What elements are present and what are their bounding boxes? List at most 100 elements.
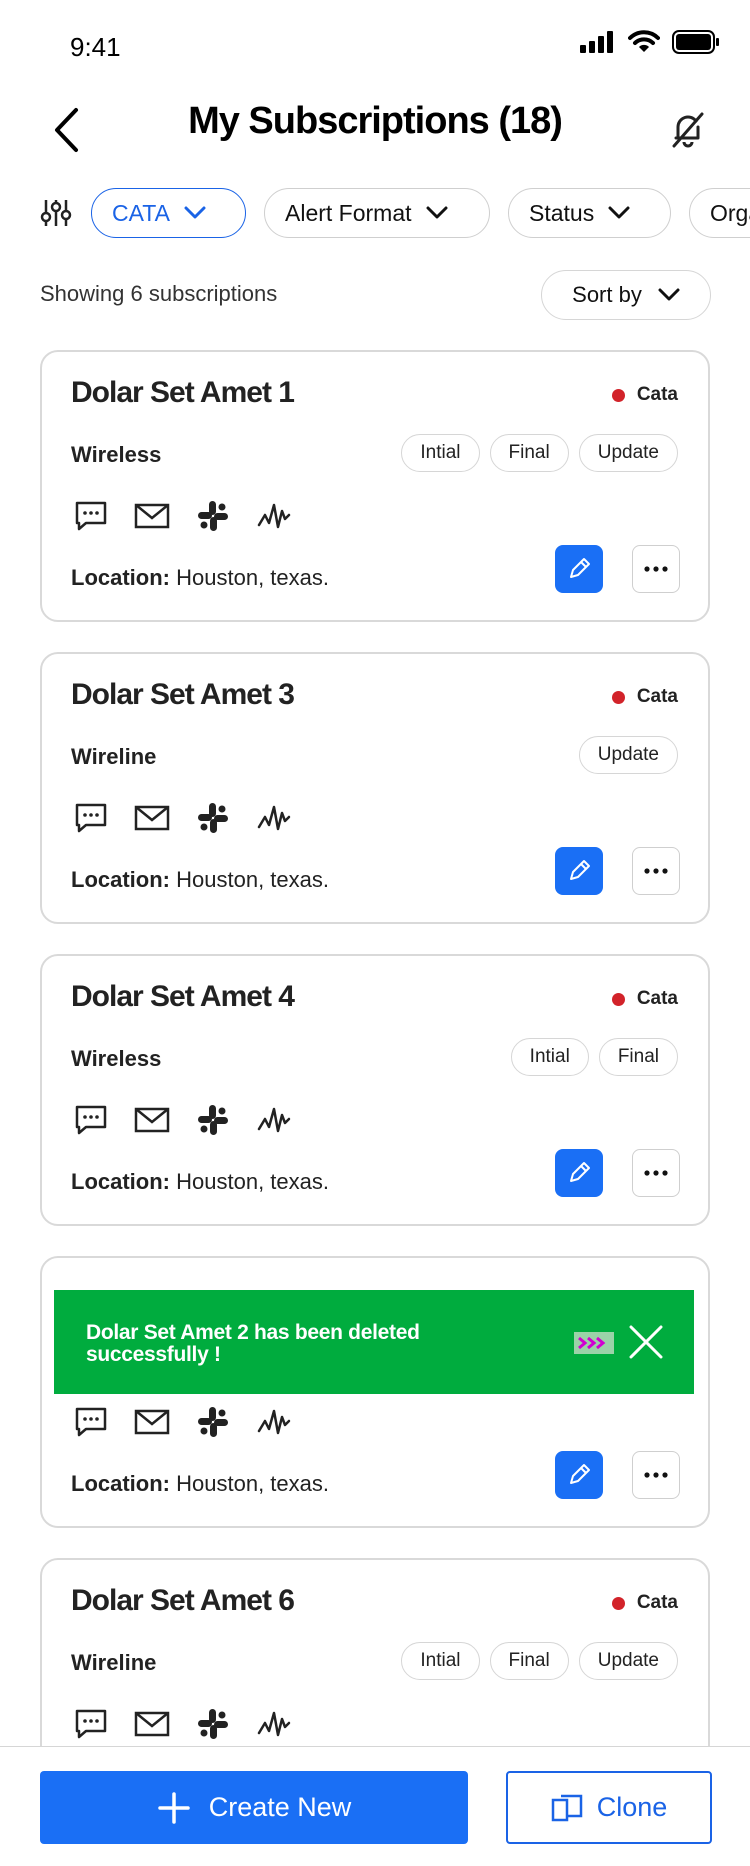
tag-list: Intial Final Update [401, 434, 678, 472]
filter-chip-organization[interactable]: Orga [689, 188, 750, 238]
card-type: Wireline [71, 1650, 157, 1675]
edit-button[interactable] [555, 1149, 603, 1197]
pulse-icon [254, 1100, 294, 1140]
subscription-card[interactable]: Dolar Set Amet 3 Cata Wireline Update Lo… [40, 652, 710, 924]
tag-list: Intial Final [510, 1038, 678, 1076]
header: My Subscriptions (18) [0, 90, 750, 185]
tag-list: Update [578, 736, 678, 774]
status-bar: 9:41 [0, 0, 750, 90]
card-type: Wireless [71, 442, 162, 467]
card-location: Location: Houston, texas. [71, 565, 329, 591]
sort-button[interactable]: Sort by [541, 270, 711, 320]
tag: Intial [401, 1642, 480, 1680]
card-title: Dolar Set Amet 6 [71, 1584, 295, 1617]
location-value: Houston, texas. [176, 1471, 329, 1496]
clone-button[interactable]: Clone [506, 1771, 712, 1844]
status-time: 9:41 [70, 32, 121, 62]
filter-chip-label: Orga [710, 199, 750, 226]
filter-chip-label: Status [529, 199, 595, 226]
more-options-button[interactable] [632, 847, 680, 895]
status-badge: Cata [611, 384, 678, 406]
card-title: Dolar Set Amet 3 [71, 678, 295, 711]
channel-icons [71, 1100, 294, 1140]
tag-list: Intial Final Update [401, 1642, 678, 1680]
pencil-icon [570, 1162, 590, 1182]
location-label: Location: [71, 565, 170, 590]
more-options-button[interactable] [632, 1451, 680, 1499]
filter-row: CATA Alert Format Status Orga [0, 186, 750, 238]
more-horizontal-icon [644, 1170, 668, 1176]
mail-icon [132, 496, 172, 536]
filter-chip-status[interactable]: Status [508, 188, 671, 238]
page-title: My Subscriptions (18) [188, 100, 563, 142]
mail-icon [132, 798, 172, 838]
signal-icon [580, 31, 613, 53]
status-dot [611, 690, 625, 704]
more-horizontal-icon [644, 1472, 668, 1478]
card-location: Location: Houston, texas. [71, 867, 329, 893]
tag: Intial [401, 434, 480, 472]
toast-arrows-icon [574, 1332, 614, 1354]
subscription-card[interactable]: Dolar Set Amet 1 Cata Wireless Intial Fi… [40, 350, 710, 622]
results-count: Showing 6 subscriptions [40, 281, 278, 306]
tag: Update [578, 736, 678, 774]
sort-label: Sort by [572, 282, 642, 307]
toast-close-button[interactable] [624, 1320, 668, 1364]
tag: Final [489, 1642, 569, 1680]
card-location: Location: Houston, texas. [71, 1169, 329, 1195]
filter-chip-label: Alert Format [285, 199, 412, 226]
channel-icons [71, 1704, 294, 1744]
chevron-down-icon [608, 206, 630, 219]
location-label: Location: [71, 867, 170, 892]
clone-icon [551, 1794, 582, 1821]
status-label: Cata [636, 686, 678, 707]
mail-icon [132, 1100, 172, 1140]
channel-icons [71, 496, 294, 536]
status-dot [611, 992, 625, 1006]
mail-icon [132, 1704, 172, 1744]
pulse-icon [254, 496, 294, 536]
success-toast: Dolar Set Amet 2 has been deleted succes… [54, 1290, 694, 1394]
create-new-button[interactable]: Create New [40, 1771, 468, 1844]
card-location: Location: Houston, texas. [71, 1471, 329, 1497]
more-options-button[interactable] [632, 1149, 680, 1197]
card-title: Dolar Set Amet 1 [71, 376, 295, 409]
battery-icon [672, 30, 719, 54]
channel-icons [71, 798, 294, 838]
edit-button[interactable] [555, 545, 603, 593]
bottom-action-bar: Create New Clone [0, 1746, 750, 1866]
channel-icons [71, 1402, 294, 1442]
slack-icon [193, 1100, 233, 1140]
status-dot [611, 1596, 625, 1610]
location-label: Location: [71, 1169, 170, 1194]
edit-button[interactable] [555, 847, 603, 895]
edit-button[interactable] [555, 1451, 603, 1499]
more-options-button[interactable] [632, 545, 680, 593]
slack-icon [193, 496, 233, 536]
tag: Final [489, 434, 569, 472]
pencil-icon [570, 558, 590, 578]
status-badge: Cata [611, 1592, 678, 1614]
filter-sliders-icon[interactable] [40, 197, 72, 229]
location-value: Houston, texas. [176, 565, 329, 590]
location-value: Houston, texas. [176, 867, 329, 892]
status-badge: Cata [611, 988, 678, 1010]
more-horizontal-icon [644, 566, 668, 572]
more-horizontal-icon [644, 868, 668, 874]
notifications-off-button[interactable] [662, 102, 714, 158]
mail-icon [132, 1402, 172, 1442]
filter-chip-alert-format[interactable]: Alert Format [264, 188, 490, 238]
slack-icon [193, 1402, 233, 1442]
location-value: Houston, texas. [176, 1169, 329, 1194]
tag: Intial [510, 1038, 589, 1076]
filter-chip-cata[interactable]: CATA [91, 188, 246, 238]
pencil-icon [570, 860, 590, 880]
plus-icon [157, 1791, 190, 1824]
location-label: Location: [71, 1471, 170, 1496]
slack-icon [193, 1704, 233, 1744]
message-icon [71, 1402, 111, 1442]
slack-icon [193, 798, 233, 838]
status-dot [611, 388, 625, 402]
pencil-icon [570, 1464, 590, 1484]
subscription-card[interactable]: Dolar Set Amet 4 Cata Wireless Intial Fi… [40, 954, 710, 1226]
